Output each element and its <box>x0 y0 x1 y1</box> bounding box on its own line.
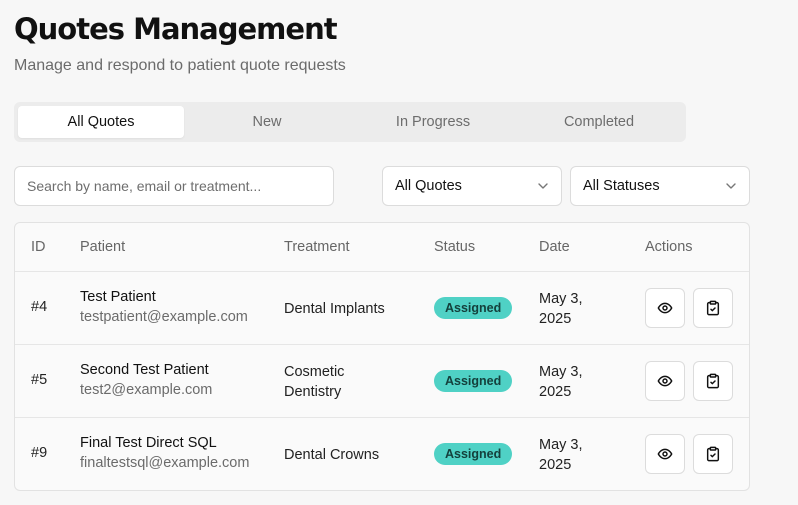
chevron-down-icon <box>538 183 548 189</box>
eye-icon <box>657 375 673 387</box>
view-quote-button[interactable] <box>645 434 685 474</box>
quote-date: May 3, 2025 <box>539 364 583 400</box>
clipboard-check-icon <box>706 300 720 316</box>
review-quote-button[interactable] <box>693 288 733 328</box>
patient-name: Second Test Patient <box>80 362 209 378</box>
treatment: Cosmetic Dentistry <box>284 364 345 400</box>
column-header-actions: Actions <box>645 239 693 255</box>
page-title: Quotes Management <box>14 12 338 46</box>
table-row: #9 Final Test Direct SQL finaltestsql@ex… <box>15 418 749 490</box>
quotes-table: ID Patient Treatment Status Date Actions… <box>14 222 750 491</box>
status-badge: Assigned <box>434 370 513 392</box>
patient-name: Test Patient <box>80 289 156 305</box>
eye-icon <box>657 302 673 314</box>
status-select-value: All Statuses <box>583 178 660 194</box>
column-header-date: Date <box>539 239 570 255</box>
column-header-id: ID <box>31 239 46 255</box>
status-badge: Assigned <box>434 443 513 465</box>
search-input[interactable] <box>14 166 334 206</box>
tab-in-progress[interactable]: In Progress <box>350 106 516 138</box>
patient-email: testpatient@example.com <box>80 309 248 325</box>
patient-name: Final Test Direct SQL <box>80 435 217 451</box>
page-subtitle: Manage and respond to patient quote requ… <box>14 57 346 74</box>
column-header-treatment: Treatment <box>284 239 350 255</box>
review-quote-button[interactable] <box>693 434 733 474</box>
quote-date: May 3, 2025 <box>539 437 583 473</box>
patient-email: test2@example.com <box>80 382 213 398</box>
treatment: Dental Crowns <box>284 447 380 463</box>
quote-id: #4 <box>31 299 48 315</box>
quote-id: #9 <box>31 445 48 461</box>
table-row: #4 Test Patient testpatient@example.com … <box>15 272 749 345</box>
view-quote-button[interactable] <box>645 288 685 328</box>
tab-all-quotes[interactable]: All Quotes <box>18 106 184 138</box>
quote-date: May 3, 2025 <box>539 291 583 327</box>
clipboard-check-icon <box>706 446 720 462</box>
quote-type-select[interactable]: All Quotes <box>382 166 562 206</box>
table-row: #5 Second Test Patient test2@example.com… <box>15 345 749 418</box>
patient-email: finaltestsql@example.com <box>80 455 250 471</box>
treatment: Dental Implants <box>284 301 385 317</box>
column-header-patient: Patient <box>80 239 126 255</box>
status-badge: Assigned <box>434 297 513 319</box>
column-header-status: Status <box>434 239 476 255</box>
clipboard-check-icon <box>706 373 720 389</box>
view-quote-button[interactable] <box>645 361 685 401</box>
quote-type-select-value: All Quotes <box>395 178 462 194</box>
tab-new[interactable]: New <box>184 106 350 138</box>
quote-tabs: All Quotes New In Progress Completed <box>14 102 686 142</box>
table-header: ID Patient Treatment Status Date Actions <box>15 223 749 272</box>
chevron-down-icon <box>726 183 736 189</box>
tab-completed[interactable]: Completed <box>516 106 682 138</box>
review-quote-button[interactable] <box>693 361 733 401</box>
eye-icon <box>657 448 673 460</box>
status-select[interactable]: All Statuses <box>570 166 750 206</box>
quote-id: #5 <box>31 372 48 388</box>
